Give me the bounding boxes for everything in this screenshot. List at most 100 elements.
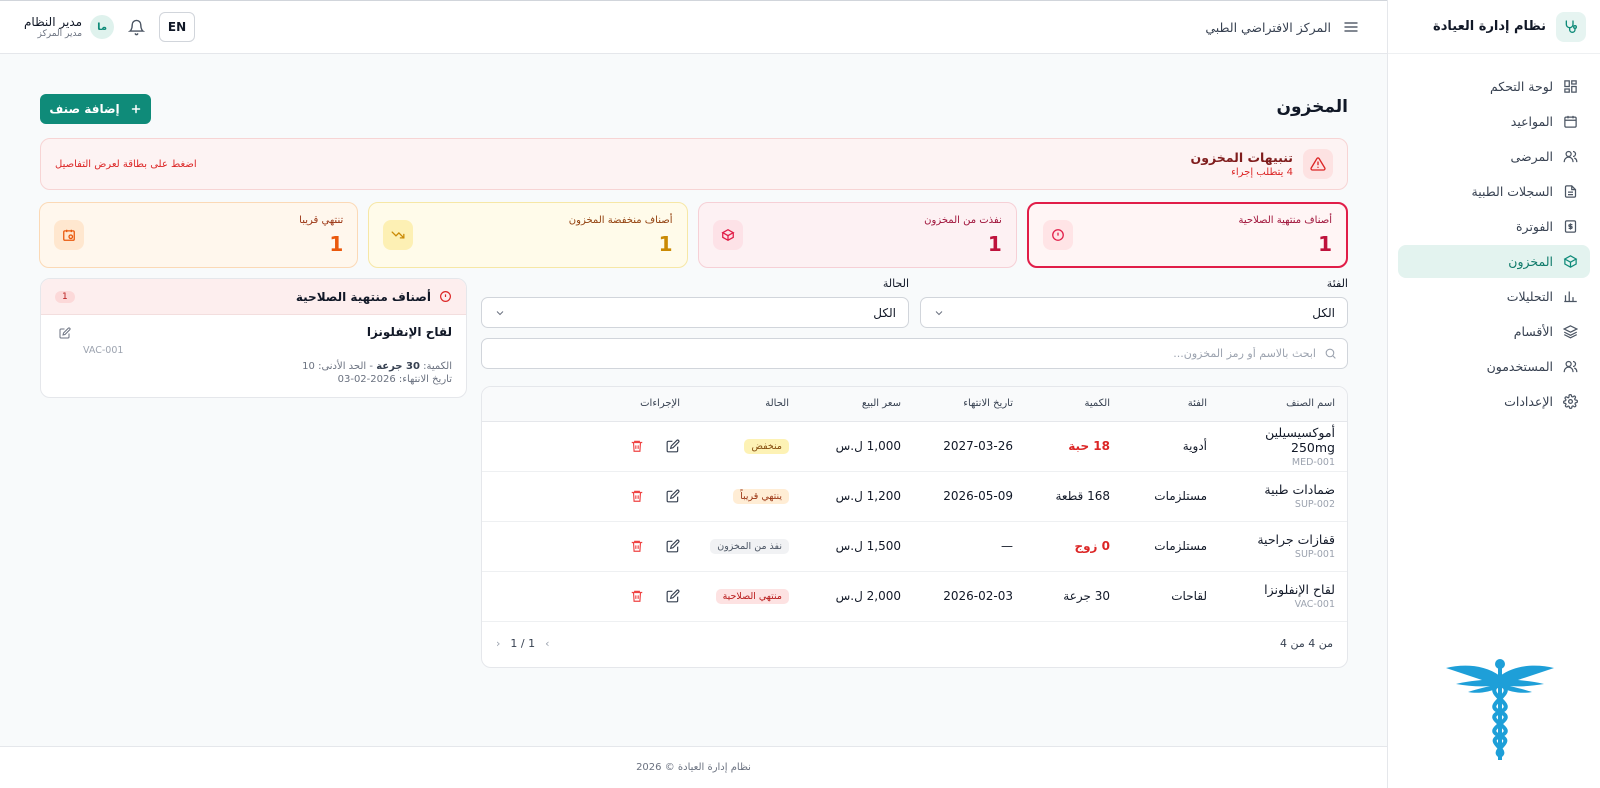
item-code: SUP-001 [1294, 549, 1335, 560]
bell-icon[interactable] [128, 19, 146, 36]
item-quantity: 30 جرعة [1063, 589, 1110, 603]
item-code: SUP-002 [1294, 499, 1335, 510]
status-badge: منتهي الصلاحية [715, 589, 789, 604]
box-x-icon [712, 220, 743, 250]
sidebar-nav: لوحة التحكم المواعيد المرضى السجلات الطب… [1388, 54, 1600, 418]
col-header-price[interactable]: سعر البيع [801, 387, 913, 421]
stat-label: تنتهي قريبا [299, 214, 344, 226]
brand-title: نظام إدارة العيادة [1433, 19, 1546, 34]
header-center-area: المركز الافتراضي الطبي [1205, 19, 1359, 35]
sidebar-item-label: الفوترة [1516, 219, 1553, 234]
stat-label: أصناف منخفضة المخزون [568, 214, 673, 226]
expired-item-expiry-line: تاريخ الانتهاء: 2026-02-03 [337, 374, 452, 385]
trash-icon[interactable] [630, 439, 644, 453]
edit-icon[interactable] [666, 539, 680, 553]
category-filter-label: الفئة [1326, 277, 1348, 290]
menu-icon[interactable] [1343, 19, 1359, 35]
expired-item[interactable]: لقاح الإنفلونزا VAC-001 الكمية: 30 جرعة … [41, 315, 466, 397]
sidebar-item-users[interactable]: المستخدمون [1398, 350, 1590, 383]
item-category: أدوية [1182, 439, 1207, 453]
item-price: 1,000 ل.س [835, 439, 901, 453]
item-price: 2,000 ل.س [835, 589, 901, 603]
alert-hint: اضغط على بطاقة لعرض التفاصيل [55, 158, 197, 170]
language-toggle-button[interactable]: EN [159, 12, 196, 42]
chart-icon [1563, 289, 1578, 304]
main-content: المخزون إضافة صنف تنبيهات المخزون 4 يتطل… [0, 54, 1387, 788]
chevron-left-icon[interactable]: ‹ [496, 637, 500, 650]
category-select[interactable]: الكل [920, 297, 1348, 328]
edit-icon[interactable] [666, 489, 680, 503]
edit-icon[interactable] [666, 439, 680, 453]
table-row[interactable]: أموكسيسيلين 250mg MED-001 أدوية 18 حبة 20… [482, 421, 1347, 471]
item-name: لقاح الإنفلونزا [1264, 582, 1335, 597]
trash-icon[interactable] [630, 489, 644, 503]
calendar-icon [1563, 114, 1578, 129]
sidebar-item-label: لوحة التحكم [1489, 79, 1553, 94]
chevron-down-icon [933, 307, 945, 319]
sidebar-item-label: المواعيد [1510, 114, 1553, 129]
status-select[interactable]: الكل [481, 297, 909, 328]
sidebar-item-label: المرضى [1510, 149, 1553, 164]
search-input[interactable] [492, 347, 1316, 360]
edit-icon[interactable] [666, 589, 680, 603]
item-price: 1,200 ل.س [835, 489, 901, 503]
stat-card-expired[interactable]: أصناف منتهية الصلاحية 1 [1026, 202, 1348, 268]
trash-icon[interactable] [630, 589, 644, 603]
sidebar-item-billing[interactable]: الفوترة [1398, 210, 1590, 243]
caduceus-logo [1444, 654, 1556, 766]
gear-icon [1563, 394, 1578, 409]
sidebar-item-label: الإعدادات [1504, 394, 1553, 409]
stat-card-expiring-soon[interactable]: تنتهي قريبا 1 [39, 202, 359, 268]
sidebar-item-label: المستخدمون [1486, 359, 1553, 374]
col-header-quantity[interactable]: الكمية [1025, 387, 1122, 421]
stat-card-low-stock[interactable]: أصناف منخفضة المخزون 1 [368, 202, 688, 268]
sidebar-item-inventory[interactable]: المخزون [1398, 245, 1590, 278]
item-code: VAC-001 [1294, 599, 1335, 610]
sidebar-item-records[interactable]: السجلات الطبية [1398, 175, 1590, 208]
category-select-value: الكل [1312, 305, 1335, 320]
item-expiry: — [1001, 539, 1013, 553]
stat-card-out-of-stock[interactable]: نفذت من المخزون 1 [697, 202, 1017, 268]
min-label: - الحد الأدنى: 10 [302, 361, 373, 372]
box-icon [1563, 254, 1578, 269]
table-row[interactable]: ضمادات طبية SUP-002 مستلزمات 168 قطعة 202… [482, 471, 1347, 521]
warning-icon [1303, 149, 1333, 179]
sidebar-item-label: السجلات الطبية [1471, 184, 1553, 199]
add-item-button[interactable]: إضافة صنف [40, 94, 151, 124]
inventory-alert-banner[interactable]: تنبيهات المخزون 4 يتطلب إجراء اضغط على ب… [40, 138, 1348, 190]
pagination: من 4 من 4 › 1 / 1 ‹ [482, 622, 1347, 666]
item-category: مستلزمات [1154, 539, 1207, 553]
brand[interactable]: نظام إدارة العيادة [1388, 0, 1600, 54]
expired-item-qty-line: الكمية: 30 جرعة - الحد الأدنى: 10 [302, 361, 452, 372]
sidebar-item-dashboard[interactable]: لوحة التحكم [1398, 70, 1590, 103]
user-role: مدير المركز [37, 29, 83, 39]
users-icon [1563, 359, 1578, 374]
search-box[interactable] [481, 338, 1348, 369]
table-row[interactable]: لقاح الإنفلونزا VAC-001 لقاحات 30 جرعة 20… [482, 571, 1347, 621]
table-row[interactable]: قفازات جراحية SUP-001 مستلزمات 0 زوج — 1,… [482, 521, 1347, 571]
sidebar-item-analytics[interactable]: التحليلات [1398, 280, 1590, 313]
col-header-name[interactable]: اسم الصنف [1219, 387, 1347, 421]
col-header-expiry[interactable]: تاريخ الانتهاء [913, 387, 1025, 421]
user-menu[interactable]: ما مدير النظام مدير المركز [24, 15, 115, 39]
sidebar-item-departments[interactable]: الأقسام [1398, 315, 1590, 348]
sidebar-item-patients[interactable]: المرضى [1398, 140, 1590, 173]
sidebar-item-appointments[interactable]: المواعيد [1398, 105, 1590, 138]
sidebar-item-settings[interactable]: الإعدادات [1398, 385, 1590, 418]
user-name: مدير النظام [24, 15, 83, 29]
status-filter-label: الحالة [882, 277, 909, 290]
item-quantity: 0 زوج [1074, 539, 1110, 553]
col-header-category[interactable]: الفئة [1122, 387, 1219, 421]
table-header-row: اسم الصنف الفئة الكمية تاريخ الانتهاء سع… [482, 387, 1347, 421]
col-header-actions: الإجراءات [640, 398, 680, 410]
alert-circle-icon [439, 290, 452, 303]
stat-cards: أصناف منتهية الصلاحية 1 نفذت من المخزون … [39, 202, 1348, 268]
chevron-down-icon [494, 307, 506, 319]
chevron-right-icon[interactable]: › [545, 637, 549, 650]
trash-icon[interactable] [630, 539, 644, 553]
item-name: أموكسيسيلين 250mg [1265, 424, 1335, 455]
edit-icon[interactable] [59, 327, 71, 339]
col-header-status[interactable]: الحالة [692, 387, 801, 421]
layers-icon [1563, 324, 1578, 339]
status-badge: ينتهي قريباً [733, 489, 789, 504]
